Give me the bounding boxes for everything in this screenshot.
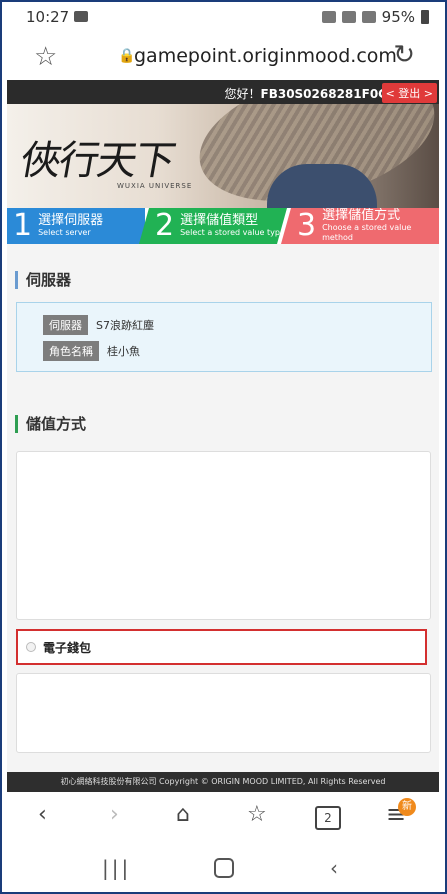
step-indicator: 1 選擇伺服器 Select server 2 選擇儲值類型 Select a st… [7, 208, 439, 244]
step-subtitle: Select server [38, 228, 91, 237]
bookmarks-icon[interactable]: ☆ [247, 802, 267, 827]
step-2[interactable]: 2 選擇儲值類型 Select a stored value type [139, 208, 287, 244]
battery-percent: 95% [381, 8, 415, 26]
tabs-button[interactable]: 2 [315, 806, 341, 830]
greeting: 您好！FB30S0268281F0C [224, 85, 387, 102]
server-label: 伺服器 [43, 315, 88, 335]
status-icons: 95% [321, 8, 429, 26]
server-section-title: 伺服器 [15, 271, 71, 289]
step-3[interactable]: 3 選擇儲值方式 Choose a stored value method [281, 208, 439, 244]
step-title: 選擇儲值類型 [180, 213, 259, 228]
footer-copyright: 初心網絡科技股份有限公司 Copyright © ORIGIN MOOD LIM… [7, 772, 439, 792]
game-banner: 俠行天下 WUXIA UNIVERSE [7, 104, 439, 208]
role-row: 角色名稱 桂小魚 [43, 341, 140, 361]
step-title: 選擇伺服器 [38, 213, 104, 228]
payment-details-panel [16, 673, 431, 753]
url-text[interactable]: gamepoint.originmood.com [134, 45, 397, 67]
payment-option-label: 電子錢包 [43, 640, 92, 655]
home-button-icon[interactable] [214, 858, 234, 878]
nav-back-icon[interactable]: ‹ [330, 856, 338, 880]
step-number: 1 [13, 208, 33, 243]
server-info-box: 伺服器 S7浪跡紅塵 角色名稱 桂小魚 [16, 302, 432, 372]
greeting-text: 您好！ [224, 87, 261, 101]
radio-button[interactable] [26, 642, 36, 652]
step-title: 選擇儲值方式 [322, 208, 401, 223]
server-value: S7浪跡紅塵 [96, 319, 154, 332]
reload-icon[interactable]: ↻ [393, 40, 415, 70]
role-label: 角色名稱 [43, 341, 99, 361]
payment-option-ewallet[interactable]: 電子錢包 [16, 629, 427, 665]
signal-icon [361, 11, 376, 23]
step-subtitle: Choose a stored value method [322, 223, 412, 242]
server-row: 伺服器 S7浪跡紅塵 [43, 315, 154, 335]
role-value: 桂小魚 [107, 345, 140, 358]
android-nav-bar: ||| ‹ [0, 842, 447, 894]
step-1[interactable]: 1 選擇伺服器 Select server [7, 208, 145, 244]
browser-url-bar: ☆ 🔒 gamepoint.originmood.com ↻ [0, 34, 447, 80]
step-subtitle: Select a stored value type [180, 228, 285, 237]
step-number: 2 [155, 208, 175, 243]
mute-icon [321, 11, 336, 23]
back-icon[interactable]: ‹ [38, 802, 47, 827]
user-id: FB30S0268281F0C [260, 87, 388, 101]
home-icon[interactable]: ⌂ [176, 802, 190, 827]
logout-button[interactable]: < 登出 > [381, 83, 437, 103]
status-bar: 10:27 95% [0, 0, 447, 34]
battery-icon [421, 10, 429, 24]
bookmark-star-icon[interactable]: ☆ [34, 42, 57, 72]
browser-toolbar: ‹ › ⌂ ☆ 2 ≡ [0, 792, 447, 842]
payment-section-title: 儲值方式 [15, 415, 86, 433]
step-number: 3 [297, 208, 317, 243]
forward-icon[interactable]: › [110, 802, 119, 827]
main-content: 伺服器 伺服器 S7浪跡紅塵 角色名稱 桂小魚 儲值方式 電子錢包 [7, 244, 439, 772]
new-badge: 新 [398, 798, 416, 816]
lock-icon: 🔒 [118, 48, 136, 64]
recent-apps-icon[interactable]: ||| [102, 856, 131, 880]
game-logo-subtext: WUXIA UNIVERSE [117, 182, 193, 190]
wifi-icon [341, 11, 356, 23]
payment-panel [16, 451, 431, 620]
game-logo: 俠行天下 [17, 138, 178, 184]
user-bar: 您好！FB30S0268281F0C < 登出 > [7, 80, 439, 104]
message-notification-icon [74, 11, 88, 22]
clock: 10:27 [26, 8, 70, 26]
